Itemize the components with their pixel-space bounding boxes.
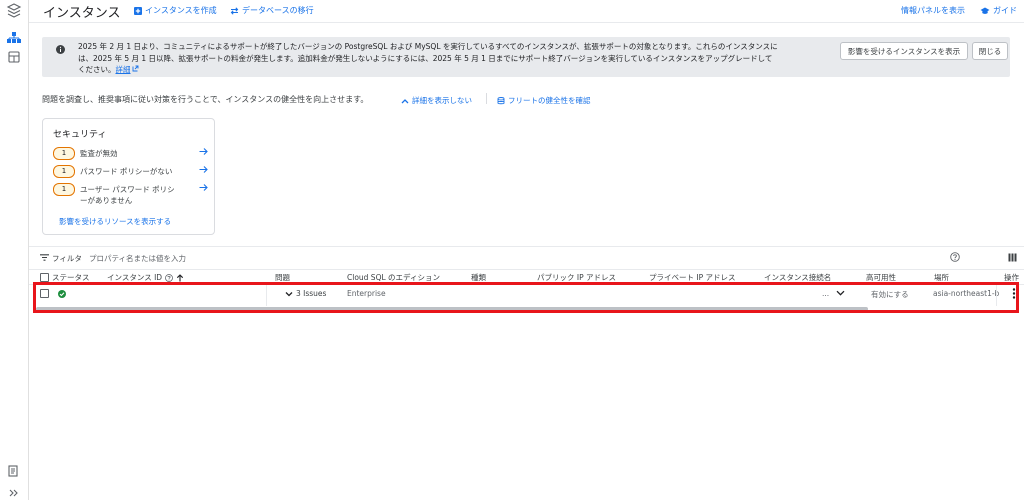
column-display-icon[interactable] [1008, 253, 1017, 262]
help-icon[interactable] [950, 252, 960, 262]
health-description: 問題を調査し、推奨事項に従い対策を行うことで、インスタンスの健全性を向上させます… [42, 95, 369, 104]
arrow-forward-icon [199, 148, 208, 155]
banner-text: 2025 年 2 月 1 日より、コミュニティによるサポートが終了したバージョン… [78, 41, 818, 76]
show-affected-instances-button[interactable]: 影響を受けるインスタンスを表示 [840, 42, 968, 60]
security-card: セキュリティ 1 監査が無効 1 パスワード ポリシーがない 1 ユーザー パス… [42, 118, 215, 235]
add-box-icon [134, 6, 142, 15]
guide-button[interactable]: ガイド [980, 5, 1017, 16]
fleet-health-label: フリートの健全性を確認 [508, 96, 591, 105]
instances-nav-icon[interactable] [7, 32, 21, 44]
sort-ascending-icon[interactable] [176, 273, 184, 282]
hide-details-label: 詳細を表示しない [412, 96, 472, 105]
issue-count-badge: 1 [53, 147, 75, 160]
security-item-label: 監査が無効 [80, 149, 118, 158]
filter-bar[interactable]: フィルタ プロパティ名または値を入力 [29, 246, 1024, 269]
issue-count-badge: 1 [53, 165, 75, 178]
extended-support-banner: 2025 年 2 月 1 日より、コミュニティによるサポートが終了したバージョン… [42, 37, 1010, 77]
security-item-user-password-policy[interactable]: 1 ユーザー パスワード ポリシーがありません [53, 183, 208, 207]
security-item-audit[interactable]: 1 監査が無効 [53, 147, 208, 160]
help-icon[interactable] [165, 273, 173, 282]
info-icon [56, 45, 65, 54]
fleet-health-link[interactable]: フリートの健全性を確認 [497, 95, 591, 106]
close-banner-button[interactable]: 閉じる [972, 42, 1008, 60]
banner-text-line2: は、2025 年 5 月 1 日以降、拡張サポートの料金が発生します。追加料金が… [78, 53, 773, 63]
release-notes-icon[interactable] [7, 465, 21, 477]
arrow-forward-icon [199, 166, 208, 173]
expand-rail-icon[interactable] [7, 487, 21, 499]
filter-icon [40, 254, 49, 261]
row-highlight-box [33, 282, 1019, 313]
security-item-password-policy[interactable]: 1 パスワード ポリシーがない [53, 165, 208, 178]
hide-details-button[interactable]: 詳細を表示しない [401, 95, 472, 106]
database-icon [497, 96, 505, 104]
show-affected-resources-link[interactable]: 影響を受けるリソースを表示する [59, 216, 171, 227]
close-banner-label: 閉じる [978, 46, 1002, 56]
migrate-database-button[interactable]: データベースの移行 [230, 5, 314, 16]
migrate-database-label: データベースの移行 [242, 6, 314, 15]
show-info-panel-button[interactable]: 情報パネルを表示 [901, 5, 965, 16]
backups-nav-icon[interactable] [7, 51, 21, 63]
banner-details-link[interactable]: 詳細 [116, 65, 131, 74]
security-item-label: ユーザー パスワード ポリシーがありません [80, 185, 175, 205]
issue-count-badge: 1 [53, 183, 75, 196]
select-all-checkbox[interactable] [40, 273, 49, 282]
swap-arrows-icon [230, 6, 239, 15]
create-instance-button[interactable]: インスタンスを作成 [134, 5, 217, 16]
banner-text-line3: ください。 [78, 65, 116, 74]
page-title: インスタンス [43, 6, 121, 21]
school-icon [980, 7, 990, 14]
arrow-forward-icon [199, 184, 208, 191]
filter-label: フィルタ [52, 254, 82, 263]
banner-text-line1: 2025 年 2 月 1 日より、コミュニティによるサポートが終了したバージョン… [78, 42, 778, 51]
left-rail [0, 0, 29, 500]
open-in-new-icon [132, 65, 138, 72]
guide-label: ガイド [993, 6, 1017, 15]
sql-logo-icon [6, 3, 22, 18]
divider [486, 93, 487, 104]
security-card-title: セキュリティ [53, 130, 107, 140]
create-instance-label: インスタンスを作成 [145, 6, 217, 15]
show-affected-instances-label: 影響を受けるインスタンスを表示 [847, 46, 961, 56]
show-info-panel-label: 情報パネルを表示 [901, 6, 965, 15]
security-item-label: パスワード ポリシーがない [80, 167, 173, 176]
chevron-up-icon [401, 98, 409, 103]
filter-input[interactable]: プロパティ名または値を入力 [89, 253, 186, 264]
